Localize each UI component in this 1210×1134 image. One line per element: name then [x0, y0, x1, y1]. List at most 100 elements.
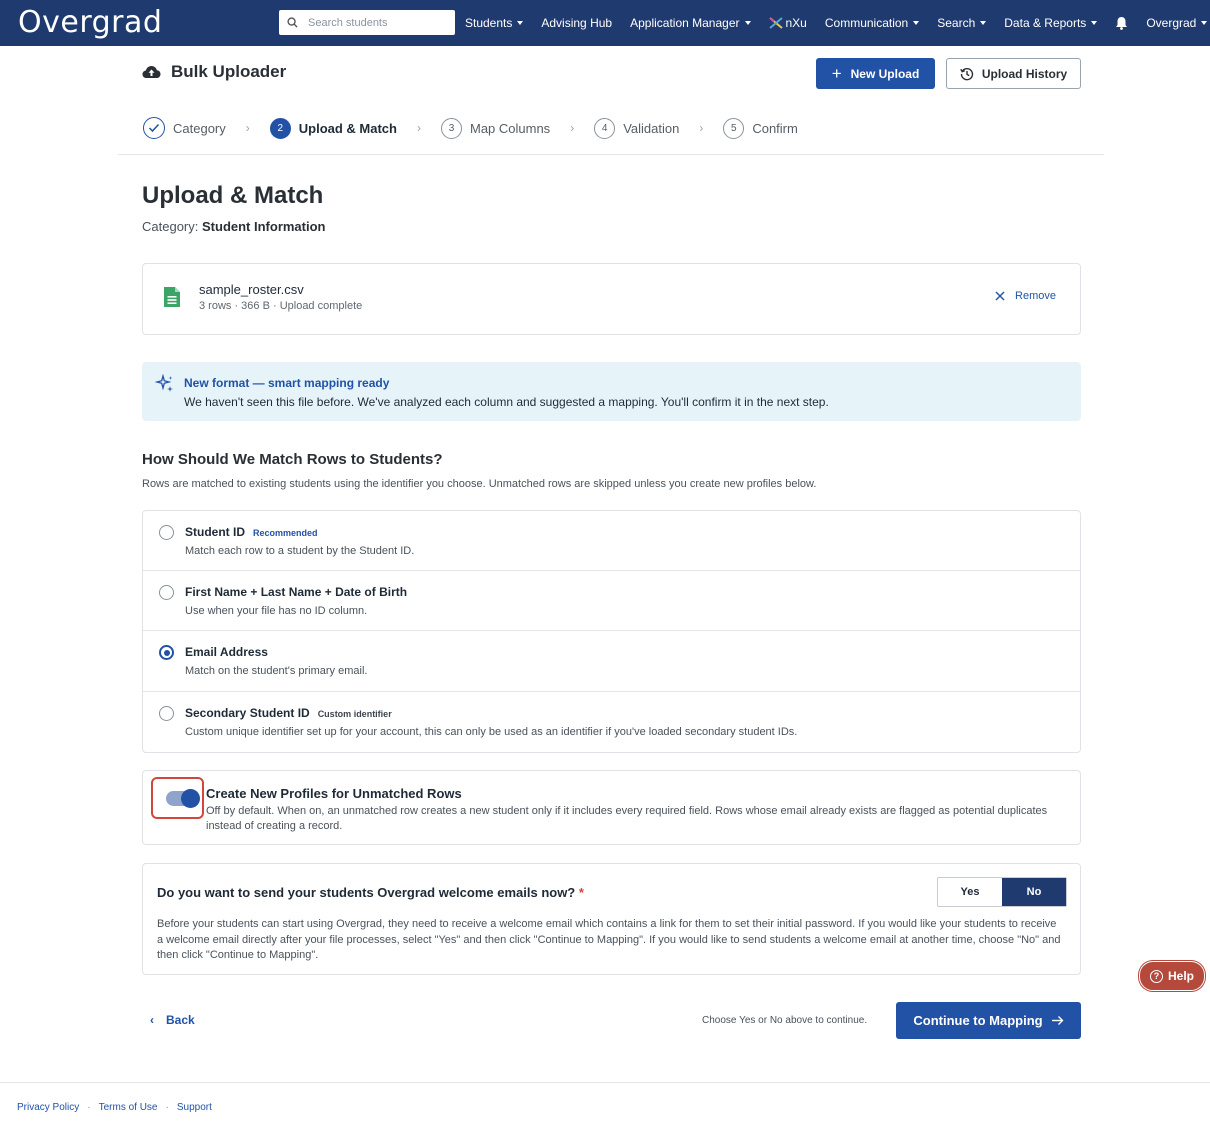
chevron-right-icon: › — [570, 121, 575, 135]
option-title: First Name + Last Name + Date of Birth — [185, 585, 408, 599]
no-button[interactable]: No — [1002, 878, 1066, 906]
match-option-secondary-id[interactable]: Secondary Student ID Custom identifier Cu… — [143, 692, 1080, 752]
radio-button[interactable] — [159, 525, 174, 540]
uploaded-file-card: sample_roster.csv 3 rows · 366 B · Uploa… — [142, 263, 1081, 335]
search-icon — [287, 17, 298, 28]
cloud-upload-icon — [142, 66, 161, 78]
file-meta: 3 rows · 366 B · Upload complete — [199, 300, 363, 312]
option-description: Custom unique identifier set up for your… — [185, 726, 798, 738]
page-footer: Privacy Policy · Terms of Use · Support — [0, 1082, 1210, 1134]
step-number: 5 — [723, 117, 745, 139]
back-label: Back — [166, 1013, 195, 1027]
option-label: Student ID Recommended — [185, 525, 318, 539]
check-circle-icon — [143, 117, 165, 139]
continue-to-mapping-button[interactable]: Continue to Mapping — [896, 1002, 1081, 1039]
question-circle-icon: ? — [1149, 969, 1163, 983]
page-title: Upload & Match — [142, 182, 324, 209]
nav-menu: Students Advising Hub Application Manage… — [465, 0, 1210, 46]
create-profiles-toggle[interactable] — [166, 789, 200, 808]
option-description: Match each row to a student by the Stude… — [185, 545, 415, 557]
back-button[interactable]: ‹ Back — [150, 1013, 195, 1027]
create-profiles-description: Off by default. When on, an unmatched ro… — [206, 805, 1048, 832]
sparkle-icon — [155, 374, 173, 392]
history-icon — [960, 67, 973, 80]
nav-item-nxu[interactable]: nXu — [768, 16, 807, 30]
nav-item-label: Data & Reports — [1004, 16, 1087, 30]
option-label: Email Address — [185, 645, 268, 659]
step-label: Upload & Match — [298, 120, 397, 136]
continue-label: Continue to Mapping — [913, 1013, 1043, 1028]
match-section-subtitle: Rows are matched to existing students us… — [142, 478, 817, 490]
caret-down-icon — [913, 21, 920, 25]
remove-file-button[interactable]: Remove — [995, 290, 1056, 302]
radio-button-selected[interactable] — [159, 645, 174, 660]
chevron-right-icon: › — [416, 121, 421, 135]
step-label: Validation — [623, 120, 680, 136]
nav-item-students[interactable]: Students — [465, 16, 524, 30]
radio-button[interactable] — [159, 585, 174, 600]
step-label: Category — [173, 120, 226, 136]
file-name: sample_roster.csv — [199, 282, 304, 297]
match-option-name-dob[interactable]: First Name + Last Name + Date of Birth U… — [143, 571, 1080, 631]
option-description: Match on the student's primary email. — [185, 665, 368, 677]
help-button[interactable]: ? Help — [1139, 961, 1205, 991]
remove-label: Remove — [1015, 290, 1056, 302]
arrow-right-icon — [1051, 1016, 1064, 1025]
nav-item-communication[interactable]: Communication — [825, 16, 920, 30]
toggle-knob — [181, 789, 200, 808]
plus-icon: + — [831, 64, 842, 83]
nav-item-search[interactable]: Search — [937, 16, 987, 30]
caret-down-icon — [980, 21, 987, 25]
match-section-title: How Should We Match Rows to Students? — [142, 451, 443, 468]
step-number: 4 — [594, 117, 616, 139]
step-label: Map Columns — [469, 120, 551, 136]
create-profiles-card: Create New Profiles for Unmatched Rows O… — [142, 770, 1081, 845]
yes-button[interactable]: Yes — [938, 878, 1002, 906]
match-option-student-id[interactable]: Student ID Recommended Match each row to … — [143, 511, 1080, 571]
nav-item-application-manager[interactable]: Application Manager — [630, 16, 751, 30]
create-profiles-title: Create New Profiles for Unmatched Rows — [206, 786, 462, 801]
option-description: Use when your file has no ID column. — [185, 605, 368, 617]
continue-hint: Choose Yes or No above to continue. — [702, 1015, 868, 1026]
spreadsheet-file-icon — [164, 287, 180, 307]
radio-button[interactable] — [159, 706, 174, 721]
chevron-right-icon: › — [699, 121, 704, 135]
notifications-bell[interactable] — [1115, 16, 1128, 30]
footer-separator: · — [165, 1102, 169, 1113]
category-prefix: Category: — [142, 219, 199, 234]
nav-item-label: Students — [465, 16, 513, 30]
account-menu[interactable]: Overgrad — [1146, 16, 1208, 30]
caret-down-icon — [517, 21, 524, 25]
nav-item-label: Search — [937, 16, 976, 30]
account-label: Overgrad — [1146, 16, 1197, 30]
nav-item-data-reports[interactable]: Data & Reports — [1004, 16, 1098, 30]
smart-mapping-info-box: New format — smart mapping ready We have… — [142, 362, 1081, 421]
step-confirm[interactable]: 5 Confirm — [723, 117, 798, 139]
page-header-title: Bulk Uploader — [171, 62, 287, 81]
nav-item-advising-hub[interactable]: Advising Hub — [541, 16, 612, 30]
step-map-columns[interactable]: 3 Map Columns — [440, 117, 551, 139]
overgrad-logo[interactable]: Overgrad — [18, 5, 162, 40]
caret-down-icon — [1091, 21, 1098, 25]
step-label: Confirm — [752, 120, 798, 136]
step-category[interactable]: Category — [143, 117, 226, 139]
step-upload-match[interactable]: 2 Upload & Match — [269, 117, 397, 139]
help-label: Help — [1167, 969, 1194, 983]
upload-history-button[interactable]: Upload History — [946, 58, 1081, 89]
recommended-tag: Recommended — [253, 528, 318, 538]
footer-link-support[interactable]: Support — [177, 1102, 212, 1113]
option-label: Secondary Student ID Custom identifier — [185, 706, 392, 720]
search-students-input[interactable]: Search students — [279, 10, 455, 35]
nav-item-label: Advising Hub — [541, 16, 613, 30]
footer-link-privacy-policy[interactable]: Privacy Policy — [17, 1102, 79, 1113]
chevron-left-icon: ‹ — [150, 1013, 154, 1027]
match-options-list: Student ID Recommended Match each row to … — [142, 510, 1081, 753]
new-upload-button[interactable]: + New Upload — [816, 58, 935, 89]
chevron-right-icon: › — [245, 121, 250, 135]
footer-link-terms-of-use[interactable]: Terms of Use — [99, 1102, 158, 1113]
step-validation[interactable]: 4 Validation — [594, 117, 680, 139]
option-label: First Name + Last Name + Date of Birth — [185, 585, 407, 599]
option-title: Email Address — [185, 645, 268, 659]
search-placeholder: Search students — [308, 16, 388, 29]
match-option-email[interactable]: Email Address Match on the student's pri… — [143, 631, 1080, 692]
